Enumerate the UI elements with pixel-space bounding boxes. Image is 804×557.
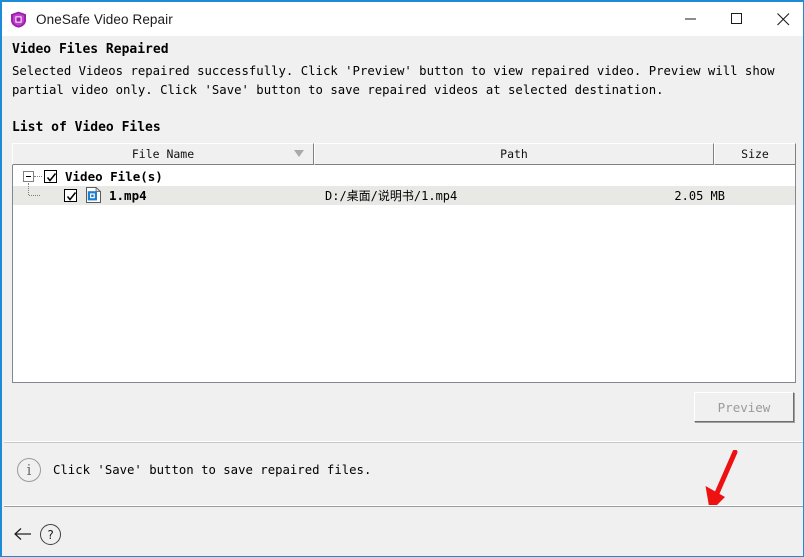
close-icon[interactable]: [760, 2, 803, 36]
group-checkbox[interactable]: [44, 170, 57, 183]
window-title: OneSafe Video Repair: [36, 11, 173, 27]
heading-block: Video Files Repaired Selected Videos rep…: [4, 36, 803, 114]
info-icon: i: [17, 458, 41, 482]
column-header-size-label: Size: [741, 147, 769, 161]
help-icon[interactable]: ?: [40, 524, 61, 545]
file-row-size: 2.05 MB: [674, 188, 725, 203]
column-header-file-name[interactable]: File Name: [12, 143, 314, 165]
column-header-row: File Name Path Size: [12, 143, 796, 165]
minimize-icon[interactable]: [668, 2, 714, 36]
sort-descending-icon[interactable]: [294, 150, 304, 157]
tree-guide-line: [28, 183, 30, 195]
file-checkbox[interactable]: [64, 189, 77, 202]
title-bar: OneSafe Video Repair: [2, 0, 803, 36]
footer-bar: ? Save: [4, 507, 803, 555]
page-title: Video Files Repaired: [12, 42, 169, 57]
column-header-path[interactable]: Path: [314, 143, 714, 165]
group-row-label: Video File(s): [65, 169, 163, 184]
shield-app-icon: [10, 11, 27, 28]
page-description: Selected Videos repaired successfully. C…: [12, 64, 775, 97]
column-header-path-label: Path: [500, 147, 528, 161]
tree-guide-line: [34, 176, 42, 178]
column-header-size[interactable]: Size: [714, 143, 796, 165]
tree-collapse-icon[interactable]: [23, 171, 34, 182]
tree-guide-line: [29, 195, 40, 197]
maximize-icon[interactable]: [714, 2, 760, 36]
back-arrow-icon[interactable]: [14, 525, 32, 543]
info-bar: i Click 'Save' button to save repaired f…: [4, 443, 803, 505]
table-row[interactable]: Video File(s): [13, 167, 795, 186]
column-header-file-name-label: File Name: [131, 147, 195, 161]
info-message: Click 'Save' button to save repaired fil…: [53, 463, 372, 477]
preview-button[interactable]: Preview: [694, 392, 794, 422]
file-row-path: D:/桌面/说明书/1.mp4: [325, 189, 458, 203]
file-tree[interactable]: Video File(s) 1.mp4 D:/桌面/说明书/1.mp4 2.05…: [13, 165, 795, 382]
list-section-label: List of Video Files: [12, 120, 161, 135]
video-file-icon: [86, 186, 102, 203]
application-window: OneSafe Video Repair Video Files Repaire…: [0, 0, 804, 557]
table-row[interactable]: 1.mp4 D:/桌面/说明书/1.mp4 2.05 MB: [13, 183, 795, 205]
file-row-label: 1.mp4: [109, 188, 147, 203]
